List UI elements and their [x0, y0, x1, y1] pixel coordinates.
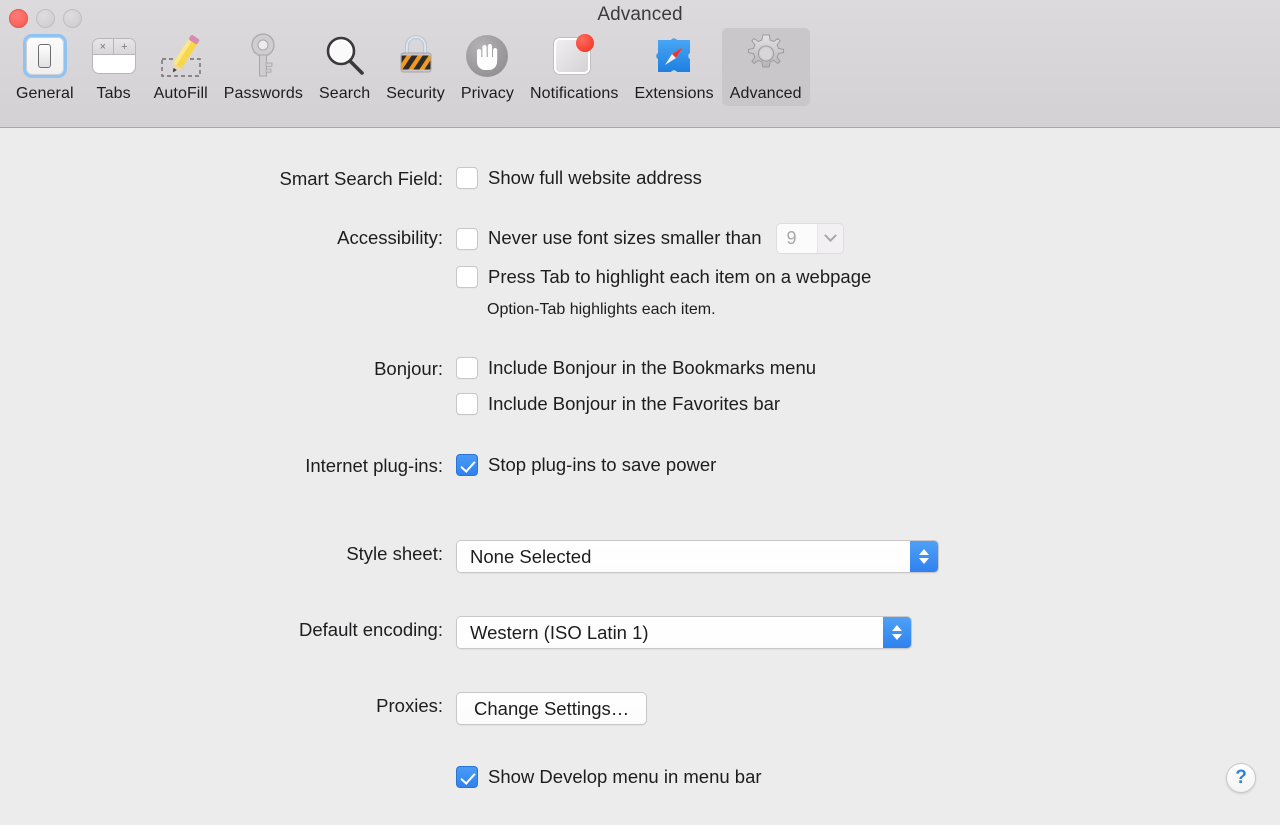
autofill-icon — [157, 32, 205, 80]
tab-passwords-label: Passwords — [223, 85, 303, 102]
stop-plugins-save-power-checkbox[interactable]: Stop plug-ins to save power — [456, 454, 716, 476]
min-font-size-combobox[interactable]: 9 — [775, 223, 844, 254]
bonjour-favorites-checkbox[interactable]: Include Bonjour in the Favorites bar — [456, 393, 780, 415]
window-title: Advanced — [597, 4, 683, 25]
updown-chevron-icon[interactable] — [883, 617, 911, 648]
style-sheet-value: None Selected — [457, 541, 910, 572]
option-tab-hint-text: Option-Tab highlights each item. — [487, 301, 716, 318]
accessibility-label: Accessibility: — [337, 227, 443, 248]
checkbox-box[interactable] — [456, 357, 478, 379]
tab-search-label: Search — [318, 85, 371, 102]
press-tab-highlight-checkbox[interactable]: Press Tab to highlight each item on a we… — [456, 266, 871, 288]
tab-passwords[interactable]: Passwords — [216, 28, 311, 106]
tab-tabs[interactable]: × + Tabs — [82, 28, 146, 106]
puzzle-compass-icon — [650, 32, 698, 80]
key-icon — [239, 32, 287, 80]
toolbar: Advanced General × + Tabs AutoFill Passw… — [0, 0, 1280, 128]
style-sheet-label: Style sheet: — [346, 543, 443, 564]
tab-extensions[interactable]: Extensions — [626, 28, 721, 106]
show-full-website-address-checkbox[interactable]: Show full website address — [456, 167, 702, 189]
tab-advanced[interactable]: Advanced — [721, 28, 810, 106]
tab-security-label: Security — [386, 85, 445, 102]
tab-security[interactable]: Security — [378, 28, 453, 106]
default-encoding-popup-button[interactable]: Western (ISO Latin 1) — [456, 616, 912, 649]
tab-autofill[interactable]: AutoFill — [146, 28, 216, 106]
bonjour-bookmarks-checkbox[interactable]: Include Bonjour in the Bookmarks menu — [456, 357, 816, 379]
checkbox-box[interactable] — [456, 227, 478, 250]
tab-privacy-label: Privacy — [460, 85, 514, 102]
tab-general-label: General — [16, 85, 74, 102]
general-icon — [21, 32, 69, 80]
change-settings-button[interactable]: Change Settings… — [456, 692, 648, 725]
preferences-window: Advanced General × + Tabs AutoFill Passw… — [0, 0, 1280, 825]
tab-notifications-label: Notifications — [530, 85, 619, 102]
show-full-website-address-label: Show full website address — [488, 166, 702, 188]
show-develop-menu-checkbox[interactable]: Show Develop menu in menu bar — [456, 766, 762, 788]
show-develop-menu-label: Show Develop menu in menu bar — [488, 765, 762, 787]
press-tab-highlight-label: Press Tab to highlight each item on a we… — [488, 265, 872, 287]
magnifier-icon — [321, 32, 369, 80]
default-encoding-label: Default encoding: — [299, 619, 443, 640]
min-font-size-value: 9 — [776, 224, 817, 253]
tab-extensions-label: Extensions — [634, 85, 714, 102]
tab-notifications[interactable]: Notifications — [522, 28, 626, 106]
tab-tabs-label: Tabs — [96, 85, 131, 102]
toolbar-tabs: General × + Tabs AutoFill Passwords Sear… — [8, 28, 810, 106]
chevron-down-icon[interactable] — [816, 224, 843, 253]
preferences-pane-advanced: Smart Search Field: Show full website ad… — [0, 129, 1280, 825]
gear-icon — [742, 32, 790, 80]
smart-search-field-label: Smart Search Field: — [279, 168, 443, 189]
proxies-label: Proxies: — [376, 695, 443, 716]
style-sheet-popup-button[interactable]: None Selected — [456, 540, 939, 573]
checkbox-box[interactable] — [456, 393, 478, 415]
bonjour-bookmarks-label: Include Bonjour in the Bookmarks menu — [488, 356, 817, 378]
updown-chevron-icon[interactable] — [910, 541, 938, 572]
tab-general[interactable]: General — [8, 28, 82, 106]
tab-privacy[interactable]: Privacy — [453, 28, 522, 106]
min-font-size-checkbox[interactable]: Never use font sizes smaller than — [456, 227, 762, 250]
notification-badge-icon — [550, 32, 598, 80]
tab-search[interactable]: Search — [311, 28, 378, 106]
hand-icon — [463, 32, 511, 80]
bonjour-label: Bonjour: — [374, 358, 443, 379]
tab-autofill-label: AutoFill — [153, 85, 208, 102]
lock-icon — [392, 32, 440, 80]
default-encoding-value: Western (ISO Latin 1) — [457, 617, 883, 648]
help-button[interactable]: ? — [1226, 763, 1256, 793]
min-font-size-label: Never use font sizes smaller than — [488, 227, 762, 249]
checkbox-box[interactable] — [456, 266, 478, 288]
checkbox-box[interactable] — [456, 454, 478, 476]
stop-plugins-save-power-label: Stop plug-ins to save power — [488, 453, 717, 475]
tabs-icon: × + — [90, 32, 138, 80]
internet-plugins-label: Internet plug-ins: — [305, 455, 443, 476]
checkbox-box[interactable] — [456, 167, 478, 189]
tab-advanced-label: Advanced — [729, 85, 802, 102]
checkbox-box[interactable] — [456, 766, 478, 788]
bonjour-favorites-label: Include Bonjour in the Favorites bar — [488, 392, 781, 414]
